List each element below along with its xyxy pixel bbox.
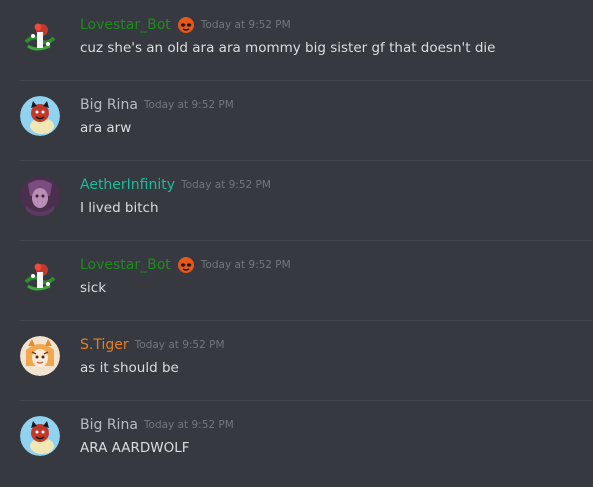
- message-header: S.Tiger Today at 9:52 PM: [80, 335, 225, 355]
- fox-mask-icon: [177, 16, 195, 34]
- message-header: Lovestar_Bot Today at 9:52 PM: [80, 15, 291, 35]
- message-divider: [20, 160, 593, 161]
- user-avatar[interactable]: [20, 256, 60, 296]
- timestamp: Today at 9:52 PM: [143, 99, 234, 111]
- message-item: Lovestar_Bot Today at 9:52 PM sick: [0, 240, 593, 320]
- chat-message-list: Lovestar_Bot Today at 9:52 PM cuz she's …: [0, 0, 593, 487]
- username[interactable]: Big Rina: [80, 97, 138, 113]
- message-header: AetherInfinity Today at 9:52 PM: [80, 175, 271, 195]
- message-divider: [20, 80, 593, 81]
- user-avatar[interactable]: [20, 16, 60, 56]
- tiger-girl-avatar-icon: [20, 336, 60, 376]
- message-header: Lovestar_Bot Today at 9:52 PM: [80, 255, 291, 275]
- message-header: Big Rina Today at 9:52 PM: [80, 415, 234, 435]
- message-text: ARA AARDWOLF: [80, 440, 190, 456]
- message-text: I lived bitch: [80, 200, 159, 216]
- message-item: Lovestar_Bot Today at 9:52 PM cuz she's …: [0, 0, 593, 80]
- user-avatar[interactable]: [20, 336, 60, 376]
- message-text: sick: [80, 280, 107, 296]
- message-item: AetherInfinity Today at 9:52 PM I lived …: [0, 160, 593, 240]
- message-text: ara arw: [80, 120, 132, 136]
- timestamp: Today at 9:52 PM: [200, 259, 291, 271]
- timestamp: Today at 9:52 PM: [143, 419, 234, 431]
- message-text: as it should be: [80, 360, 179, 376]
- message-divider: [20, 240, 593, 241]
- user-avatar[interactable]: [20, 416, 60, 456]
- message-item: S.Tiger Today at 9:52 PM as it should be: [0, 320, 593, 400]
- message-header: Big Rina Today at 9:52 PM: [80, 95, 234, 115]
- red-panda-avatar-icon: [20, 96, 60, 136]
- message-item: Big Rina Today at 9:52 PM ARA AARDWOLF: [0, 400, 593, 480]
- red-panda-avatar-icon: [20, 416, 60, 456]
- user-avatar[interactable]: [20, 176, 60, 216]
- message-divider: [20, 320, 593, 321]
- rose-avatar-icon: [20, 16, 60, 56]
- message-item: Big Rina Today at 9:52 PM ara arw: [0, 80, 593, 160]
- timestamp: Today at 9:52 PM: [181, 179, 271, 191]
- fox-mask-icon: [177, 256, 195, 274]
- username[interactable]: Lovestar_Bot: [80, 17, 171, 33]
- username[interactable]: S.Tiger: [80, 337, 129, 353]
- rose-avatar-icon: [20, 256, 60, 296]
- message-text: cuz she's an old ara ara mommy big siste…: [80, 40, 496, 56]
- timestamp: Today at 9:52 PM: [134, 339, 225, 351]
- username[interactable]: AetherInfinity: [80, 177, 175, 193]
- username[interactable]: Lovestar_Bot: [80, 257, 171, 273]
- purple-character-avatar-icon: [20, 176, 60, 216]
- user-avatar[interactable]: [20, 96, 60, 136]
- timestamp: Today at 9:52 PM: [200, 19, 291, 31]
- username[interactable]: Big Rina: [80, 417, 138, 433]
- message-divider: [20, 400, 593, 401]
